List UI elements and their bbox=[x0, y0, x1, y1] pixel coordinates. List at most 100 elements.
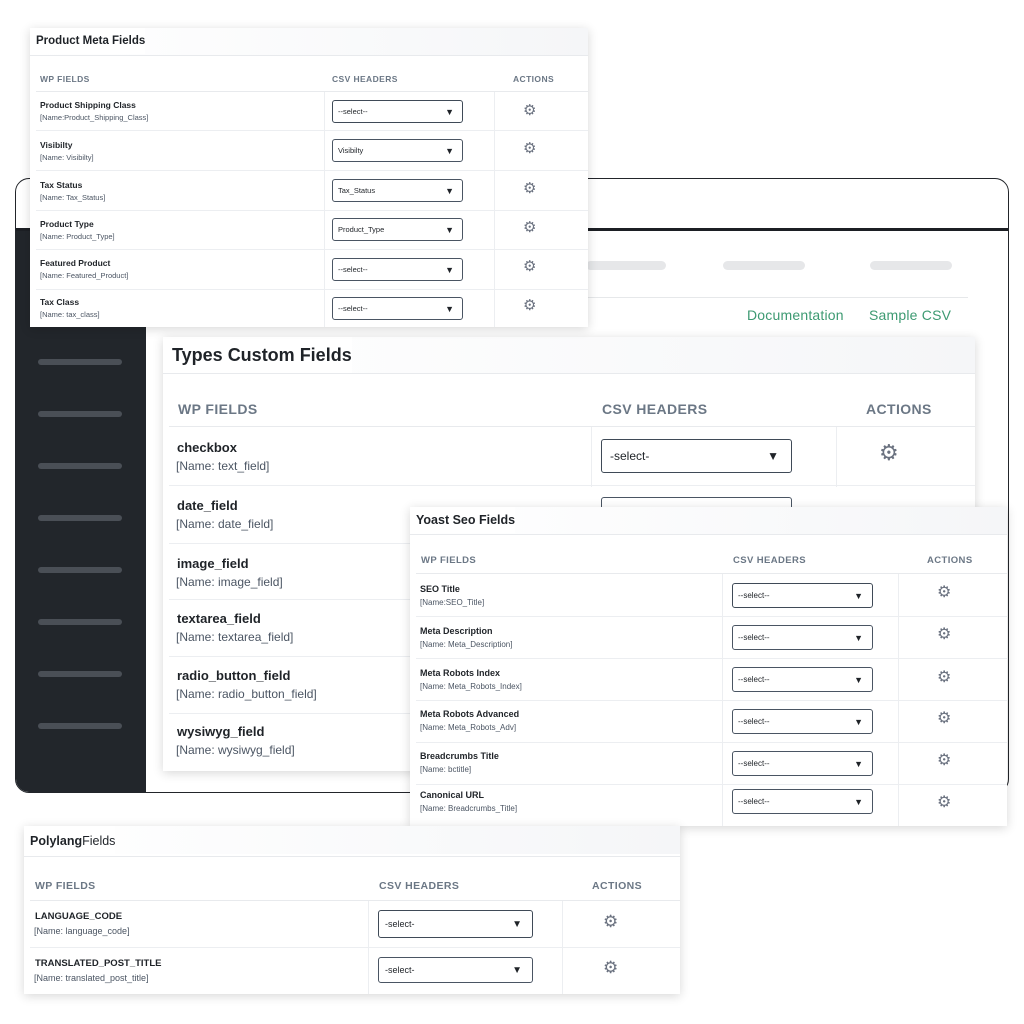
header-actions: ACTIONS bbox=[927, 555, 973, 566]
sidebar-item[interactable] bbox=[38, 411, 122, 417]
divider bbox=[36, 130, 588, 131]
caret-down-icon: ▼ bbox=[854, 674, 863, 685]
header-actions: ACTIONS bbox=[866, 401, 932, 417]
sidebar-item[interactable] bbox=[38, 567, 122, 573]
csv-header-select[interactable]: --select-- ▼ bbox=[732, 789, 873, 814]
nav-placeholder[interactable] bbox=[586, 261, 666, 270]
field-name: LANGUAGE_CODE bbox=[35, 911, 123, 922]
documentation-link[interactable]: Documentation bbox=[747, 307, 844, 323]
select-value: Product_Type bbox=[338, 225, 385, 234]
caret-down-icon: ▼ bbox=[854, 796, 863, 807]
field-key: [Name: bctitle] bbox=[420, 765, 472, 774]
csv-header-select[interactable]: Product_Type ▼ bbox=[332, 218, 463, 241]
select-value: --select-- bbox=[738, 759, 770, 768]
header-wp-fields: WP FIELDS bbox=[40, 74, 90, 84]
field-name: wysiwyg_field bbox=[177, 724, 265, 739]
csv-header-select[interactable]: Visibilty ▼ bbox=[332, 139, 463, 162]
gear-icon[interactable]: ⚙ bbox=[937, 753, 951, 769]
divider bbox=[30, 900, 680, 901]
sidebar-item[interactable] bbox=[38, 619, 122, 625]
field-name: Visibilty bbox=[40, 140, 73, 150]
sidebar-item[interactable] bbox=[38, 463, 122, 469]
select-value: --select-- bbox=[338, 265, 368, 274]
csv-header-select[interactable]: --select-- ▼ bbox=[332, 297, 463, 320]
csv-header-select[interactable]: -select- ▼ bbox=[378, 957, 533, 983]
divider bbox=[36, 289, 588, 290]
header-csv-headers: CSV HEADERS bbox=[733, 555, 807, 566]
field-name: Product Shipping Class bbox=[40, 100, 136, 110]
polylang-fields-panel: Polylang Fields WP FIELDS CSV HEADERS AC… bbox=[24, 826, 680, 994]
field-key: [Name:Product_Shipping_Class] bbox=[40, 113, 149, 122]
divider bbox=[410, 534, 1007, 535]
header-csv-headers: CSV HEADERS bbox=[332, 74, 398, 84]
csv-header-select[interactable]: -select- ▼ bbox=[601, 439, 792, 473]
sidebar-item[interactable] bbox=[38, 671, 122, 677]
sample-csv-link[interactable]: Sample CSV bbox=[869, 307, 951, 323]
csv-header-select[interactable]: -select- ▼ bbox=[378, 910, 533, 938]
caret-down-icon: ▼ bbox=[445, 185, 454, 196]
field-key: [Name: Meta_Description] bbox=[420, 640, 513, 649]
header-wp-fields: WP FIELDS bbox=[35, 880, 96, 892]
field-key: [Name: wysiwyg_field] bbox=[176, 743, 295, 757]
gear-icon[interactable]: ⚙ bbox=[879, 442, 899, 464]
gear-icon[interactable]: ⚙ bbox=[937, 711, 951, 727]
nav-placeholder[interactable] bbox=[870, 261, 952, 270]
sidebar-item[interactable] bbox=[38, 359, 122, 365]
caret-down-icon: ▼ bbox=[512, 964, 522, 976]
field-key: [Name: language_code] bbox=[34, 926, 130, 936]
gear-icon[interactable]: ⚙ bbox=[523, 141, 536, 156]
caret-down-icon: ▼ bbox=[445, 106, 454, 117]
select-value: --select-- bbox=[738, 797, 770, 806]
gear-icon[interactable]: ⚙ bbox=[523, 220, 536, 235]
divider bbox=[416, 742, 1007, 743]
divider bbox=[416, 616, 1007, 617]
csv-header-select[interactable]: Tax_Status ▼ bbox=[332, 179, 463, 202]
gear-icon[interactable]: ⚙ bbox=[937, 627, 951, 643]
gear-icon[interactable]: ⚙ bbox=[523, 259, 536, 274]
select-value: --select-- bbox=[738, 717, 770, 726]
gear-icon[interactable]: ⚙ bbox=[523, 298, 536, 313]
field-key: [Name: text_field] bbox=[176, 459, 270, 473]
caret-down-icon: ▼ bbox=[854, 632, 863, 643]
field-name: Tax Status bbox=[40, 180, 83, 190]
field-key: [Name: Meta_Robots_Adv] bbox=[420, 723, 517, 732]
gear-icon[interactable]: ⚙ bbox=[603, 913, 618, 930]
panel-title: Types Custom Fields bbox=[163, 337, 352, 373]
csv-header-select[interactable]: --select-- ▼ bbox=[732, 583, 873, 608]
field-name: image_field bbox=[177, 556, 249, 571]
select-value: -select- bbox=[610, 449, 650, 463]
csv-header-select[interactable]: --select-- ▼ bbox=[732, 709, 873, 734]
gear-icon[interactable]: ⚙ bbox=[603, 959, 618, 976]
field-key: [Name: Visibilty] bbox=[40, 153, 94, 162]
caret-down-icon: ▼ bbox=[445, 303, 454, 314]
gear-icon[interactable]: ⚙ bbox=[523, 103, 536, 118]
header-csv-headers: CSV HEADERS bbox=[602, 401, 708, 417]
caret-down-icon: ▼ bbox=[512, 918, 522, 930]
divider bbox=[416, 658, 1007, 659]
product-meta-fields-panel: Product Meta Fields WP FIELDS CSV HEADER… bbox=[30, 28, 588, 327]
divider bbox=[36, 249, 588, 250]
field-key: [Name: date_field] bbox=[176, 517, 274, 531]
sidebar-item[interactable] bbox=[38, 515, 122, 521]
csv-header-select[interactable]: --select-- ▼ bbox=[732, 751, 873, 776]
csv-header-select[interactable]: --select-- ▼ bbox=[732, 625, 873, 650]
divider bbox=[30, 55, 588, 56]
gear-icon[interactable]: ⚙ bbox=[937, 795, 951, 811]
sidebar-item[interactable] bbox=[38, 723, 122, 729]
select-value: --select-- bbox=[738, 675, 770, 684]
gear-icon[interactable]: ⚙ bbox=[937, 585, 951, 601]
csv-header-select[interactable]: --select-- ▼ bbox=[332, 100, 463, 123]
caret-down-icon: ▼ bbox=[445, 224, 454, 235]
field-name: TRANSLATED_POST_TITLE bbox=[35, 958, 162, 969]
caret-down-icon: ▼ bbox=[767, 449, 779, 463]
nav-placeholder[interactable] bbox=[723, 261, 805, 270]
csv-header-select[interactable]: --select-- ▼ bbox=[332, 258, 463, 281]
header-actions: ACTIONS bbox=[592, 880, 643, 892]
gear-icon[interactable]: ⚙ bbox=[523, 181, 536, 196]
field-key: [Name: Meta_Robots_Index] bbox=[420, 682, 522, 691]
field-name: Meta Robots Advanced bbox=[420, 709, 520, 719]
gear-icon[interactable]: ⚙ bbox=[937, 670, 951, 686]
field-name: Meta Robots Index bbox=[420, 668, 501, 678]
select-value: Visibilty bbox=[338, 146, 364, 155]
csv-header-select[interactable]: --select-- ▼ bbox=[732, 667, 873, 692]
